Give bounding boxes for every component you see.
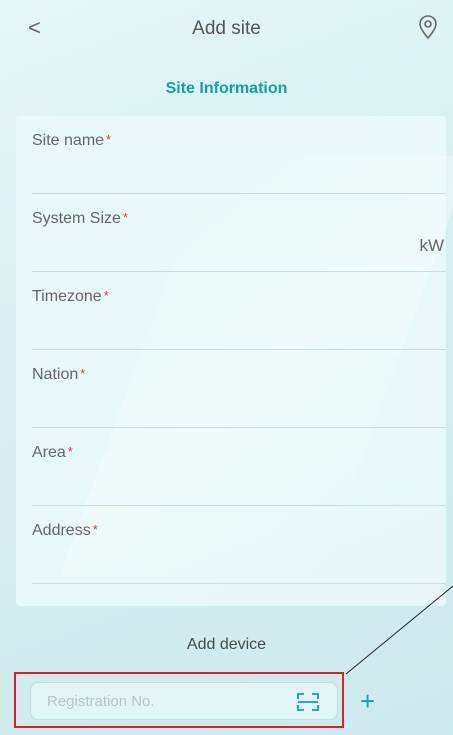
nation-field[interactable]: Nation *: [16, 350, 446, 428]
address-label: Address *: [32, 522, 98, 539]
scan-icon[interactable]: [296, 692, 320, 712]
section-title-site-information: Site Information: [165, 80, 288, 97]
address-field[interactable]: Address *: [16, 506, 446, 584]
location-pin-icon[interactable]: [417, 14, 439, 40]
nation-label: Nation *: [32, 366, 86, 383]
section-title-add-device: Add device: [186, 636, 267, 653]
registration-number-input[interactable]: Registration No.: [30, 682, 338, 720]
area-field[interactable]: Area *: [16, 428, 446, 506]
site-information-card: Site name * System Size * kW Timezone * Nat…: [16, 116, 446, 606]
registration-placeholder: Registration No.: [47, 693, 155, 710]
system-size-unit: kW: [419, 236, 444, 255]
site-name-field[interactable]: Site name *: [16, 116, 446, 194]
header-bar: < Add site: [0, 0, 453, 64]
area-label: Area *: [32, 444, 73, 461]
timezone-field[interactable]: Timezone *: [16, 272, 446, 350]
site-name-label: Site name *: [32, 132, 112, 149]
divider: [32, 583, 446, 584]
add-device-plus-button[interactable]: +: [360, 688, 375, 714]
timezone-label: Timezone *: [32, 288, 109, 305]
system-size-field[interactable]: System Size * kW: [16, 194, 446, 272]
system-size-label: System Size *: [32, 210, 128, 227]
page-title: Add site: [192, 18, 261, 39]
